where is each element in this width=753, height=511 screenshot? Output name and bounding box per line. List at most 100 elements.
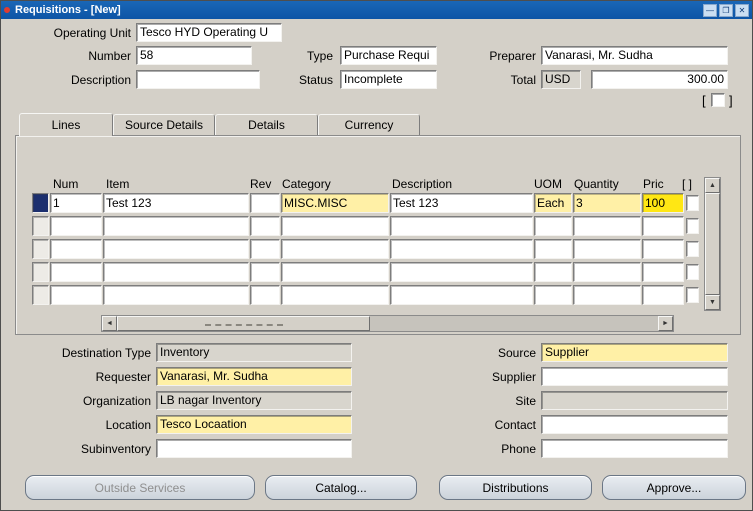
scroll-left-icon[interactable]: ◄ [102, 316, 117, 331]
location-field[interactable]: Tesco Locaation [156, 415, 352, 434]
row-selector[interactable] [32, 239, 49, 259]
num-cell[interactable] [50, 216, 102, 236]
item-cell[interactable]: Test 123 [103, 193, 249, 213]
item-cell[interactable] [103, 216, 249, 236]
preparer-field[interactable]: Vanarasi, Mr. Sudha [541, 46, 728, 65]
outside-services-button: Outside Services [25, 475, 255, 500]
status-label: Status [298, 73, 333, 87]
description-cell[interactable] [390, 262, 533, 282]
rev-cell[interactable] [250, 262, 280, 282]
uom-cell[interactable] [534, 216, 572, 236]
approve-button[interactable]: Approve... [602, 475, 746, 500]
uom-cell[interactable]: Each [534, 193, 572, 213]
rev-cell[interactable] [250, 239, 280, 259]
scroll-right-icon[interactable]: ► [658, 316, 673, 331]
category-cell[interactable] [281, 239, 389, 259]
col-header-rev: Rev [250, 177, 272, 191]
uom-cell[interactable] [534, 239, 572, 259]
preparer-label: Preparer [489, 49, 536, 63]
contact-field[interactable] [541, 415, 728, 434]
scroll-down-icon[interactable]: ▼ [705, 295, 720, 310]
category-cell[interactable] [281, 285, 389, 305]
item-cell[interactable] [103, 239, 249, 259]
row-selector[interactable] [32, 216, 49, 236]
tab-details[interactable]: Details [215, 114, 318, 135]
table-row: 1 Test 123 MISC.MISC Test 123 Each 3 100 [1, 193, 752, 214]
num-cell[interactable]: 1 [50, 193, 102, 213]
price-cell[interactable] [642, 285, 684, 305]
price-cell[interactable]: 100 [642, 193, 684, 213]
oracle-logo-icon [4, 7, 10, 13]
col-header-category: Category [282, 177, 331, 191]
header-flexfield-open-bracket: [ [702, 93, 706, 108]
minimize-icon[interactable]: — [703, 3, 717, 17]
price-cell[interactable] [642, 239, 684, 259]
quantity-cell[interactable] [573, 216, 641, 236]
rev-cell[interactable] [250, 193, 280, 213]
close-icon[interactable]: ✕ [735, 3, 749, 17]
maximize-icon[interactable]: ❐ [719, 3, 733, 17]
rev-cell[interactable] [250, 216, 280, 236]
flex-cell[interactable] [686, 195, 699, 211]
number-field[interactable]: 58 [136, 46, 252, 65]
horizontal-scrollbar-thumb[interactable] [117, 316, 370, 331]
quantity-cell[interactable]: 3 [573, 193, 641, 213]
requester-field[interactable]: Vanarasi, Mr. Sudha [156, 367, 352, 386]
row-selector[interactable] [32, 193, 49, 213]
supplier-field[interactable] [541, 367, 728, 386]
source-field[interactable]: Supplier [541, 343, 728, 362]
site-label: Site [515, 394, 536, 408]
tab-source-details[interactable]: Source Details [113, 114, 215, 135]
item-cell[interactable] [103, 262, 249, 282]
distributions-button[interactable]: Distributions [439, 475, 592, 500]
flex-cell[interactable] [686, 218, 699, 234]
type-field[interactable]: Purchase Requi [340, 46, 437, 65]
price-cell[interactable] [642, 262, 684, 282]
flex-cell[interactable] [686, 264, 699, 280]
num-cell[interactable] [50, 285, 102, 305]
num-cell[interactable] [50, 239, 102, 259]
description-cell[interactable]: Test 123 [390, 193, 533, 213]
description-cell[interactable] [390, 216, 533, 236]
operating-unit-field[interactable]: Tesco HYD Operating U [136, 23, 282, 42]
description-field[interactable] [136, 70, 260, 89]
description-cell[interactable] [390, 285, 533, 305]
uom-cell[interactable] [534, 262, 572, 282]
quantity-cell[interactable] [573, 285, 641, 305]
subinventory-field[interactable] [156, 439, 352, 458]
table-row [1, 239, 752, 260]
description-cell[interactable] [390, 239, 533, 259]
description-label: Description [70, 73, 131, 87]
location-label: Location [105, 418, 151, 432]
tab-currency[interactable]: Currency [318, 114, 420, 135]
header-flexfield-box[interactable] [711, 93, 725, 107]
item-cell[interactable] [103, 285, 249, 305]
horizontal-scrollbar[interactable]: ◄ ► [101, 315, 674, 332]
category-cell[interactable] [281, 216, 389, 236]
scroll-up-icon[interactable]: ▲ [705, 178, 720, 193]
quantity-cell[interactable] [573, 239, 641, 259]
num-cell[interactable] [50, 262, 102, 282]
price-cell[interactable] [642, 216, 684, 236]
phone-field[interactable] [541, 439, 728, 458]
tab-lines[interactable]: Lines [19, 113, 113, 136]
total-amount-field[interactable]: 300.00 [591, 70, 728, 89]
col-header-item: Item [106, 177, 130, 191]
status-field[interactable]: Incomplete [340, 70, 437, 89]
uom-cell[interactable] [534, 285, 572, 305]
flex-cell[interactable] [686, 241, 699, 257]
row-selector[interactable] [32, 285, 49, 305]
requisitions-window: Requisitions - [New] — ❐ ✕ Operating Uni… [0, 0, 753, 511]
catalog-button[interactable]: Catalog... [265, 475, 417, 500]
window-title: Requisitions - [New] [15, 4, 121, 16]
category-cell[interactable] [281, 262, 389, 282]
phone-label: Phone [501, 442, 536, 456]
flex-cell[interactable] [686, 287, 699, 303]
organization-field: LB nagar Inventory [156, 391, 352, 410]
quantity-cell[interactable] [573, 262, 641, 282]
rev-cell[interactable] [250, 285, 280, 305]
vertical-scrollbar-thumb[interactable] [705, 193, 720, 295]
vertical-scrollbar[interactable]: ▲ ▼ [704, 177, 721, 311]
category-cell[interactable]: MISC.MISC [281, 193, 389, 213]
row-selector[interactable] [32, 262, 49, 282]
